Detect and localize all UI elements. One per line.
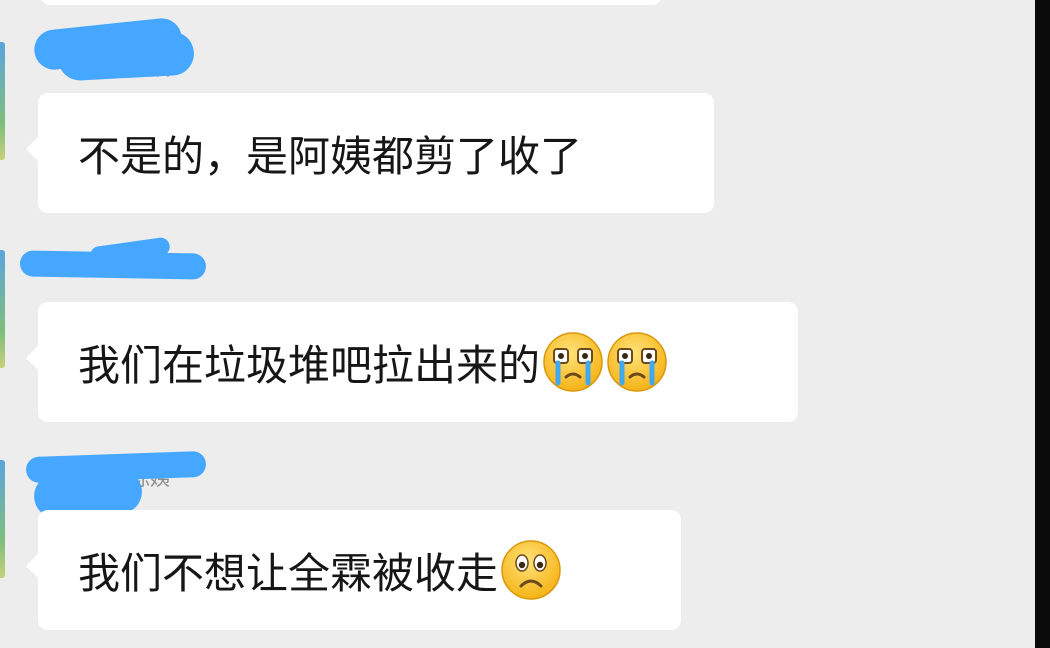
redaction-mark — [56, 30, 196, 82]
screen-edge — [1035, 0, 1050, 648]
frowning-face-icon — [500, 539, 562, 601]
message-bubble[interactable]: 我们不想让全霖被收走 — [26, 510, 681, 630]
message-text: 我们在垃圾堆吧拉出来的 — [78, 340, 541, 390]
message-bubble[interactable]: 不是的，是阿姨都剪了收了 — [26, 93, 714, 213]
crying-face-icon — [542, 331, 604, 393]
sender-name: 陈姨 — [32, 16, 200, 82]
avatar[interactable] — [0, 42, 5, 160]
avatar[interactable] — [0, 460, 5, 578]
message-bubble[interactable]: 我们在垃圾堆吧拉出来的 — [26, 302, 798, 422]
crying-face-icon — [606, 331, 668, 393]
message-text: 不是的，是阿姨都剪了收了 — [78, 131, 583, 181]
message-text: 我们不想让全霖被收走 — [78, 548, 499, 598]
sender-name: 陈姨 — [19, 236, 220, 280]
chat-message-list[interactable]: 陈姨 不是的，是阿姨都剪了收了 陈姨 我们在垃圾堆吧拉出来的 — [0, 0, 1035, 648]
avatar[interactable] — [0, 250, 5, 368]
previous-message-bubble[interactable] — [40, 0, 662, 5]
sender-name: 陈姨 — [25, 448, 220, 520]
